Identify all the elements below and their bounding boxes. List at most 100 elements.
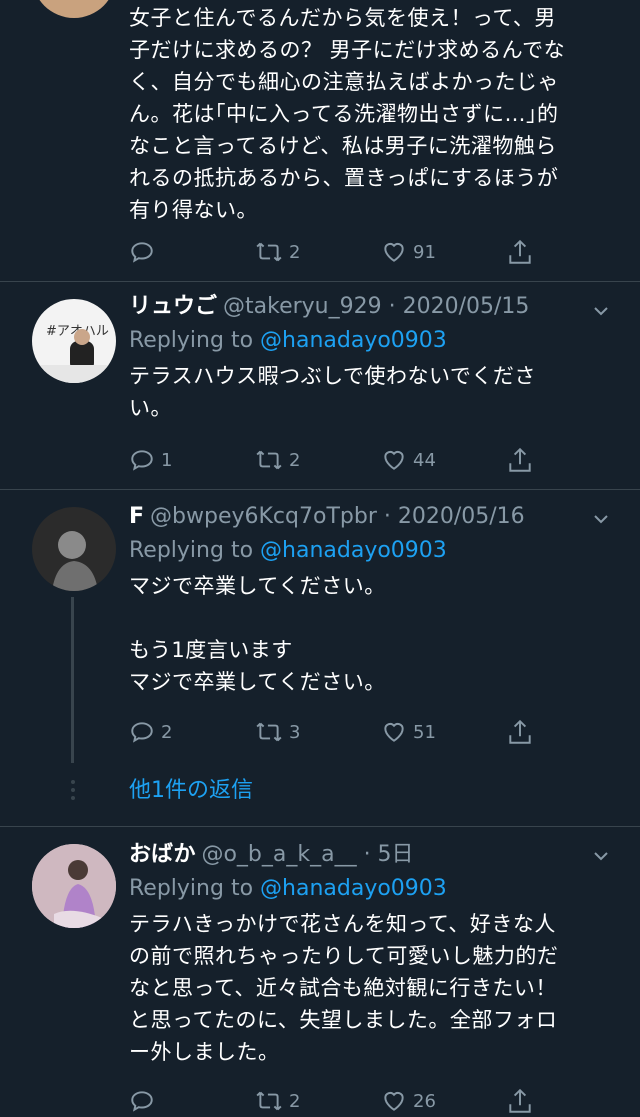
tweet-body: マジで卒業してください。 もう1度言います マジで卒業してください。: [129, 570, 610, 698]
timeline-feed: 女子と住んでるんだから気を使え！って、男 子だけに求めるの？ 男子にだけ求めるん…: [0, 0, 640, 1113]
mention-link[interactable]: @hanadayo0903: [260, 876, 447, 901]
retweet-icon: [256, 242, 282, 262]
display-name[interactable]: おばか: [129, 842, 195, 867]
share-icon: [509, 1088, 531, 1113]
retweet-icon: [256, 450, 282, 470]
retweet-button[interactable]: 2: [255, 1088, 300, 1114]
mention-link[interactable]: @hanadayo0903: [260, 538, 447, 563]
display-name[interactable]: リュウご: [129, 294, 217, 319]
tweet-body: 女子と住んでるんだから気を使え！って、男 子だけに求めるの？ 男子にだけ求めるん…: [129, 2, 610, 226]
reply-icon: [131, 450, 153, 471]
avatar[interactable]: [32, 844, 116, 928]
tweet-text-line: [129, 602, 610, 634]
like-icon: [384, 722, 404, 742]
handle-date: @bwpey6Kcq7oTpbr · 2020/05/16: [150, 504, 525, 529]
tweet-actions: 1 2 44: [129, 444, 549, 476]
avatar[interactable]: #アオハル: [32, 299, 116, 383]
mention-link[interactable]: @hanadayo0903: [260, 328, 447, 353]
retweet-icon: [256, 1091, 282, 1111]
tweet-f[interactable]: F @bwpey6Kcq7oTpbr · 2020/05/16 Replying …: [0, 490, 640, 826]
tweet-body: テラスハウス暇つぶしで使わないでくださ い。: [129, 360, 610, 424]
tweet-text-line: れるの抵抗あるから、置きっぱにするほうが: [129, 166, 559, 190]
chevron-down-icon[interactable]: [592, 847, 610, 865]
tweet-body: テラハきっかけで花さんを知って、好きな人 の前で照れちゃったりして可愛いし魅力的…: [129, 908, 610, 1068]
share-icon: [509, 447, 531, 472]
tweet-text-line: ん。花は｢中に入ってる洗濯物出さずに…｣的: [129, 102, 559, 126]
chevron-down-icon[interactable]: [592, 510, 610, 528]
like-icon: [384, 242, 404, 262]
tweet-header: おばか @o_b_a_k_a__ · 5日: [129, 840, 610, 870]
tweet-top[interactable]: 女子と住んでるんだから気を使え！って、男 子だけに求めるの？ 男子にだけ求めるん…: [0, 0, 640, 282]
chevron-down-icon[interactable]: [592, 302, 610, 320]
retweet-count: 2: [289, 449, 301, 471]
tweet-text-line: く、自分でも細心の注意払えばよかったじゃ: [129, 70, 559, 94]
like-icon: [384, 1091, 404, 1111]
retweet-button[interactable]: 2: [255, 239, 300, 265]
replying-to: Replying to @hanadayo0903: [129, 326, 610, 356]
tweet-text-line: 女子と住んでるんだから気を使え！って、男: [129, 6, 556, 30]
tweet-text-line: もう1度言います: [129, 638, 293, 662]
avatar[interactable]: [32, 0, 116, 18]
tweet-text-line: なこと言ってるけど、私は男子に洗濯物触ら: [129, 134, 557, 158]
replying-prefix: Replying to: [129, 876, 254, 901]
like-button[interactable]: 44: [381, 447, 436, 473]
tweet-text-line: なと思って、近々試合も絶対観に行きたい！: [129, 976, 557, 1000]
display-name[interactable]: F: [129, 504, 144, 529]
tweet-header: F @bwpey6Kcq7oTpbr · 2020/05/16: [129, 502, 610, 532]
avatar[interactable]: [32, 507, 116, 591]
handle-date: @takeryu_929 · 2020/05/15: [223, 294, 530, 319]
tweet-text-line: ー外しました。: [129, 1040, 280, 1064]
share-button[interactable]: [507, 446, 533, 474]
like-count: 91: [413, 241, 436, 263]
like-button[interactable]: 26: [381, 1088, 436, 1114]
tweet-text-line: と思ってたのに、失望しました。全部フォロ: [129, 1008, 558, 1032]
tweet-text-line: テラスハウス暇つぶしで使わないでくださ: [129, 364, 536, 388]
reply-button[interactable]: [129, 239, 155, 265]
retweet-button[interactable]: 3: [255, 719, 300, 745]
tweet-ryugo[interactable]: #アオハル リュウご@takeryu_929 · 2020/05/15 Repl…: [0, 282, 640, 489]
retweet-icon: [256, 722, 282, 742]
share-button[interactable]: [507, 1087, 533, 1115]
reply-button[interactable]: 2: [129, 719, 172, 745]
reply-button[interactable]: [129, 1088, 155, 1114]
reply-icon: [131, 1091, 153, 1112]
share-icon: [509, 719, 531, 744]
show-more-replies-link[interactable]: 他1件の返信: [129, 776, 253, 806]
like-count: 26: [413, 1090, 436, 1112]
share-button[interactable]: [507, 238, 533, 266]
reply-count: 2: [161, 721, 173, 743]
thread-line: [71, 597, 74, 763]
tweet-header: リュウご @takeryu_929 · 2020/05/15: [129, 292, 610, 322]
replying-to: Replying to @hanadayo0903: [129, 536, 610, 566]
tweet-text-line: マジで卒業してください。: [129, 670, 386, 694]
handle-date: @o_b_a_k_a__ · 5日: [201, 842, 414, 867]
replying-prefix: Replying to: [129, 538, 254, 563]
tweet-actions: 2 91: [129, 236, 549, 268]
thread-dots-icon: [71, 780, 75, 800]
reply-count: 1: [161, 449, 173, 471]
tweet-text-line: テラハきっかけで花さんを知って、好きな人: [129, 912, 556, 936]
tweet-actions: 2 26: [129, 1085, 549, 1117]
like-button[interactable]: 91: [381, 239, 436, 265]
retweet-count: 2: [289, 1090, 301, 1112]
like-button[interactable]: 51: [381, 719, 436, 745]
retweet-button[interactable]: 2: [255, 447, 300, 473]
retweet-count: 2: [289, 241, 301, 263]
tweet-actions: 2 3 51: [129, 716, 549, 748]
tweet-obaka[interactable]: おばか @o_b_a_k_a__ · 5日 Replying to @hanada…: [0, 827, 640, 1113]
tweet-text-line: マジで卒業してください。: [129, 574, 386, 598]
like-count: 44: [413, 449, 436, 471]
retweet-count: 3: [289, 721, 301, 743]
tweet-text-line: 有り得ない。: [129, 198, 258, 222]
reply-icon: [131, 242, 153, 263]
share-button[interactable]: [507, 718, 533, 746]
tweet-text-line: 子だけに求めるの？ 男子にだけ求めるんでな: [129, 38, 566, 62]
reply-button[interactable]: 1: [129, 447, 172, 473]
tweet-text-line: の前で照れちゃったりして可愛いし魅力的だ: [129, 944, 559, 968]
tweet-text-line: い。: [129, 396, 172, 420]
like-icon: [384, 450, 404, 470]
like-count: 51: [413, 721, 436, 743]
reply-icon: [131, 722, 153, 743]
replying-to: Replying to @hanadayo0903: [129, 874, 610, 904]
replying-prefix: Replying to: [129, 328, 254, 353]
